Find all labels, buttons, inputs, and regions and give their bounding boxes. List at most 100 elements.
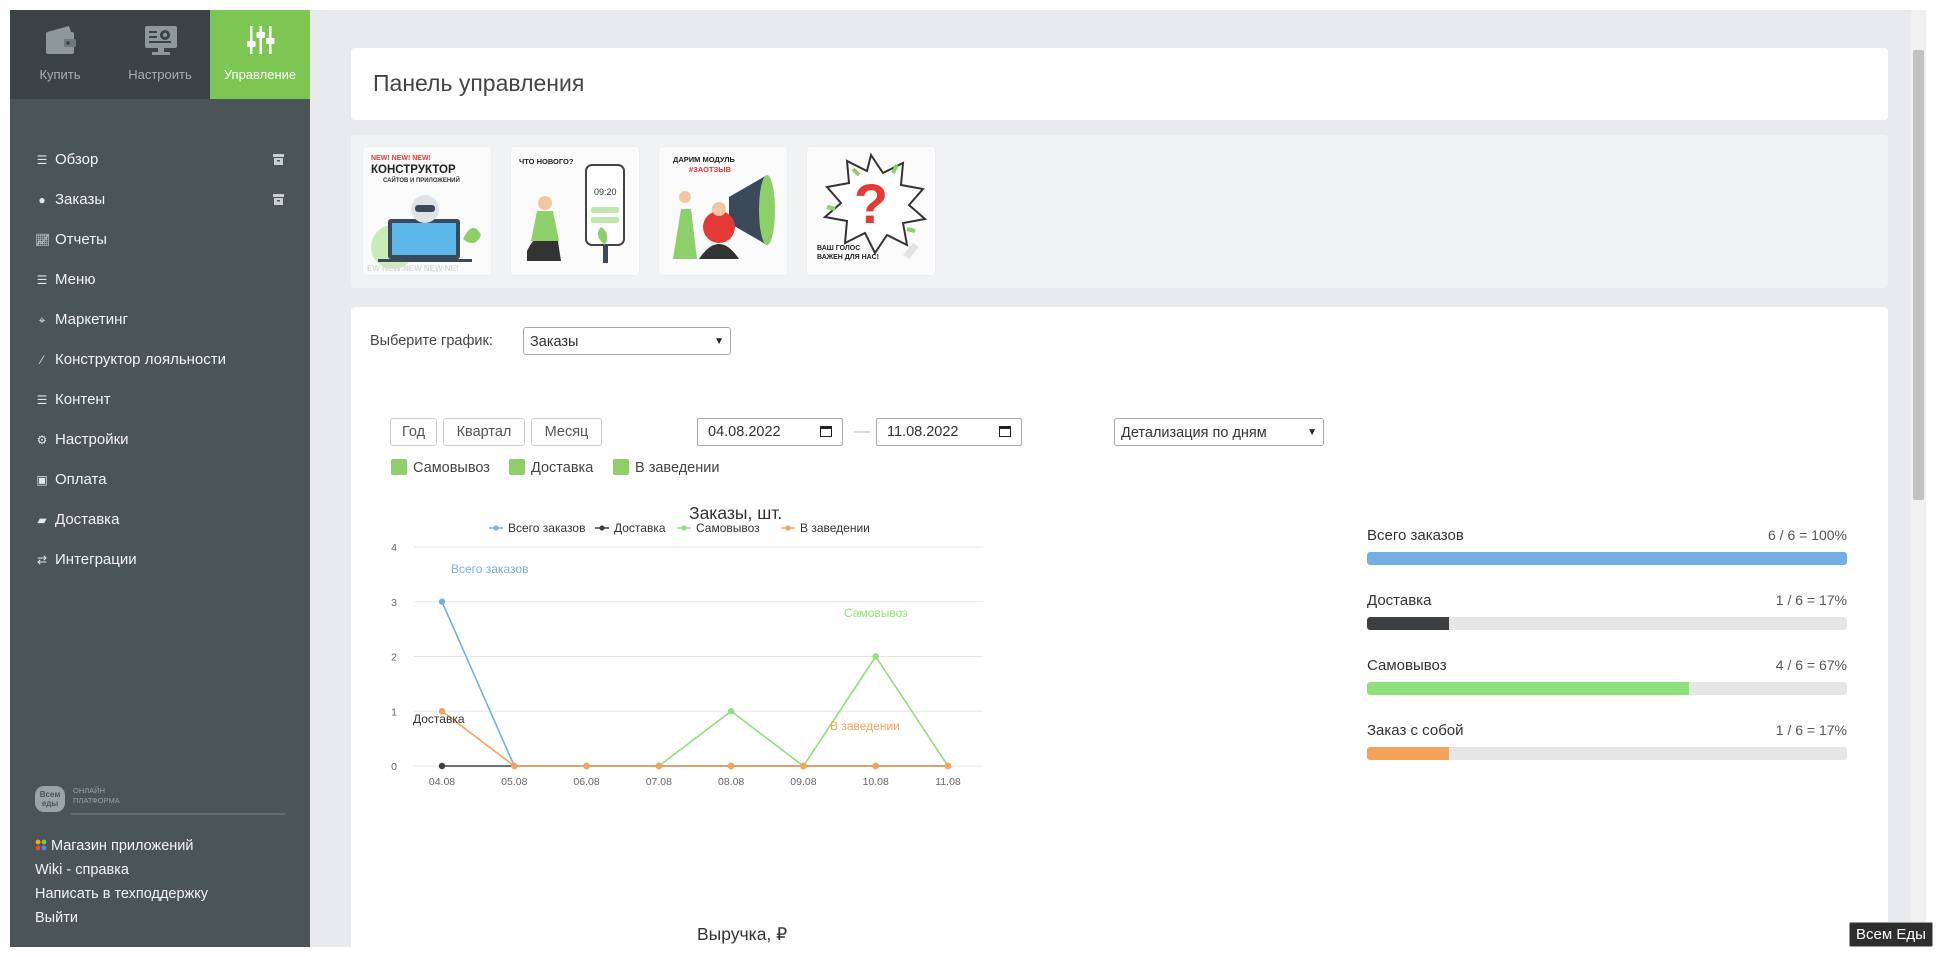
revenue-chart-title: Выручка, ₽ bbox=[697, 924, 788, 944]
monitor-settings-icon bbox=[145, 26, 177, 55]
logout-link[interactable]: Выйти bbox=[35, 906, 208, 930]
filter-delivery-checkbox[interactable]: Доставка bbox=[509, 458, 593, 478]
detail-select[interactable]: Детализация по дням ▼ bbox=[1114, 418, 1324, 446]
calendar-icon[interactable] bbox=[820, 426, 832, 437]
x-tick-label: 10.08 bbox=[863, 776, 889, 788]
data-point bbox=[800, 762, 807, 770]
stat-bar bbox=[1367, 682, 1847, 695]
logo-mark-text: Всем еды bbox=[39, 790, 61, 808]
y-tick-label: 2 bbox=[391, 652, 397, 664]
checkbox-box[interactable] bbox=[391, 459, 407, 475]
series-line bbox=[441, 601, 516, 767]
truck-icon: ▰ bbox=[37, 513, 47, 527]
exchange-icon: ⇄ bbox=[36, 553, 48, 567]
x-tick-label: 08.08 bbox=[718, 776, 744, 788]
banner-1-top: NEW! NEW! NEW! bbox=[371, 155, 431, 162]
x-tick-label: 11.08 bbox=[935, 776, 961, 788]
checkbox-box[interactable] bbox=[509, 459, 525, 475]
y-tick-label: 4 bbox=[391, 542, 397, 554]
period-year-button[interactable]: Год bbox=[390, 418, 437, 446]
banner-1-head: КОНСТРУКТОР bbox=[371, 164, 456, 176]
filter-pickup-checkbox[interactable]: Самовывоз bbox=[391, 458, 490, 478]
stat-value: 1 / 6 = 17% bbox=[1775, 592, 1847, 608]
sidebar-item-reports[interactable]: 📈︎ Отчеты bbox=[10, 220, 310, 260]
sidebar-item-label: Настройки bbox=[55, 431, 129, 448]
checkbox-box[interactable] bbox=[613, 459, 629, 475]
y-tick-label: 3 bbox=[391, 597, 397, 609]
data-point bbox=[655, 762, 663, 770]
banner-whats-new[interactable]: ЧТО НОВОГО? 09:20 bbox=[511, 147, 639, 275]
banner-review-module[interactable]: ДАРИМ МОДУЛЬ #ЗАОТЗЫВ bbox=[659, 147, 787, 275]
scrollbar-thumb[interactable] bbox=[1913, 50, 1924, 500]
banner-1-sub: САЙТОВ И ПРИЛОЖЕНИЙ bbox=[383, 178, 460, 184]
logo-tagline-1: ОНЛАЙН bbox=[73, 786, 105, 795]
line-chart-icon: 📈︎ bbox=[35, 233, 51, 247]
filter-inplace-checkbox[interactable]: В заведении bbox=[613, 458, 719, 478]
legend-marker bbox=[599, 525, 605, 531]
data-point bbox=[944, 762, 952, 770]
point-annotation: Самовывоз bbox=[844, 606, 908, 620]
header-card: Панель управления bbox=[351, 48, 1888, 120]
support-link[interactable]: Написать в техподдержку bbox=[35, 882, 208, 906]
sidebar-item-delivery[interactable]: ▰ Доставка bbox=[10, 500, 310, 540]
nav-manage[interactable]: Управление bbox=[210, 10, 310, 99]
archive-icon[interactable] bbox=[272, 193, 285, 206]
nav-buy[interactable]: Купить bbox=[10, 10, 110, 99]
stat-bar-fill bbox=[1367, 617, 1449, 630]
nav-setup[interactable]: Настроить bbox=[110, 10, 210, 99]
magic-wand-icon: ⁄ bbox=[40, 353, 43, 367]
sidebar-item-loyalty[interactable]: ⁄ Конструктор лояльности bbox=[10, 340, 310, 380]
filter-inplace-label: В заведении bbox=[635, 460, 720, 476]
chevron-down-icon: ▼ bbox=[1307, 427, 1317, 438]
nav-setup-label: Настроить bbox=[128, 67, 192, 82]
sidebar-item-orders[interactable]: ● Заказы bbox=[10, 180, 310, 220]
sidebar-item-marketing[interactable]: ⌖ Маркетинг bbox=[10, 300, 310, 340]
sidebar-item-integrations[interactable]: ⇄ Интеграции bbox=[10, 540, 310, 580]
sidebar-item-label: Интеграции bbox=[55, 551, 137, 568]
sidebar-item-payment[interactable]: ▣ Оплата bbox=[10, 460, 310, 500]
chart-select-label: Выберите график: bbox=[370, 333, 493, 349]
sidebar-item-content[interactable]: ☰ Контент bbox=[10, 380, 310, 420]
stat-bar-fill bbox=[1367, 682, 1689, 695]
logo-tagline-2: ПЛАТФОРМА bbox=[73, 796, 120, 805]
period-quarter-button[interactable]: Квартал bbox=[443, 418, 525, 446]
sidebar-item-label: Контент bbox=[55, 391, 111, 408]
data-point bbox=[872, 762, 879, 770]
orders-stats: Всего заказов 6 / 6 = 100% Доставка 1 / … bbox=[1367, 527, 1847, 787]
date-separator: — bbox=[854, 423, 870, 440]
x-tick-label: 05.08 bbox=[501, 776, 527, 788]
sidebar-item-label: Конструктор лояльности bbox=[55, 351, 227, 368]
chevron-down-icon: ▼ bbox=[714, 336, 724, 347]
wiki-link[interactable]: Wiki - справка bbox=[35, 858, 208, 882]
stat-bar bbox=[1367, 617, 1847, 630]
archive-icon[interactable] bbox=[272, 153, 285, 166]
banner-your-voice[interactable]: ? ВАШ ГОЛОС ВАЖЕН ДЛЯ НАС! bbox=[807, 147, 935, 275]
date-to-input[interactable]: 11.08.2022 bbox=[876, 418, 1022, 446]
period-month-button[interactable]: Месяц bbox=[531, 418, 602, 446]
data-point bbox=[583, 762, 590, 770]
banner-4-head: ВАШ ГОЛОС bbox=[817, 245, 861, 252]
sidebar-item-settings[interactable]: ⚙ Настройки bbox=[10, 420, 310, 460]
chart-card: Выберите график: Заказы ▼ Год Квартал Ме… bbox=[351, 307, 1888, 947]
stat-label: Доставка bbox=[1367, 592, 1432, 609]
banners-strip: NEW! NEW! NEW! КОНСТРУКТОР САЙТОВ И ПРИЛ… bbox=[351, 135, 1888, 288]
sidebar-item-overview[interactable]: ☰ Обзор bbox=[10, 140, 310, 180]
banner-2-head: ЧТО НОВОГО? bbox=[519, 157, 574, 166]
banner-3-tag: #ЗАОТЗЫВ bbox=[689, 165, 732, 174]
banner-constructor[interactable]: NEW! NEW! NEW! КОНСТРУКТОР САЙТОВ И ПРИЛ… bbox=[363, 147, 491, 275]
banner-1-footer: EW NEW NEW NEW NE! bbox=[367, 264, 459, 273]
detail-value: Детализация по дням bbox=[1121, 425, 1267, 441]
chart-type-select[interactable]: Заказы ▼ bbox=[523, 327, 731, 355]
stat-label: Заказ с собой bbox=[1367, 722, 1464, 739]
date-from-input[interactable]: 04.08.2022 bbox=[697, 418, 843, 446]
x-tick-label: 04.08 bbox=[429, 776, 455, 788]
calendar-icon[interactable] bbox=[999, 426, 1011, 437]
app-frame: Купить Настроить Управление ☰ Обзор ● За… bbox=[10, 10, 1921, 947]
sidebar-item-label: Обзор bbox=[55, 151, 99, 168]
stat-total: Всего заказов 6 / 6 = 100% bbox=[1367, 527, 1847, 592]
stat-value: 4 / 6 = 67% bbox=[1775, 657, 1847, 673]
filter-pickup-label: Самовывоз bbox=[413, 460, 490, 476]
app-store-link[interactable]: Магазин приложений bbox=[35, 834, 208, 858]
sidebar-item-menu[interactable]: ☰ Меню bbox=[10, 260, 310, 300]
sidebar-item-label: Доставка bbox=[55, 511, 120, 528]
